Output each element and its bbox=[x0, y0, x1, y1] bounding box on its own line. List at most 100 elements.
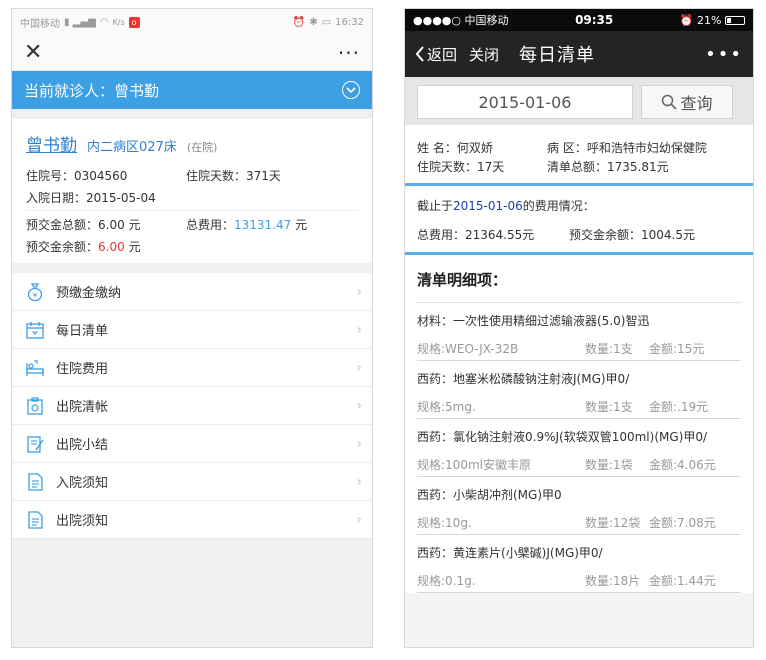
ward-bed: 内二病区027床 bbox=[87, 140, 177, 155]
chevron-right-icon: › bbox=[356, 435, 362, 452]
signal-icon: ▮ ▂▄▆ bbox=[64, 16, 96, 28]
menu-item-admission-notice[interactable]: 入院须知 › bbox=[12, 463, 372, 501]
menu-item-discharge-settlement[interactable]: 出院清帐 › bbox=[12, 387, 372, 425]
carrier-label: ●●●●○ 中国移动 bbox=[413, 14, 509, 27]
item-qty: 数量:1支 bbox=[585, 342, 633, 356]
clock: 09:35 bbox=[575, 13, 614, 27]
list-item: 西药：地塞米松磷酸钠注射液J(MG)甲0/ 规格:5mg. 数量:1支 金额:.19… bbox=[417, 361, 741, 419]
query-button[interactable]: 查询 bbox=[641, 85, 733, 119]
document-icon bbox=[24, 509, 46, 531]
item-name: 西药：地塞米松磷酸钠注射液J(MG)甲0/ bbox=[417, 371, 630, 386]
page-title: 每日清单 bbox=[519, 45, 596, 66]
svg-text:¥: ¥ bbox=[33, 291, 38, 299]
item-spec: 规格:5mg. bbox=[417, 400, 476, 414]
current-patient-label: 当前就诊人：曾书勤 bbox=[24, 81, 160, 100]
total-fee: 总费用：21364.55元 bbox=[417, 228, 535, 242]
menu-item-label: 出院小结 bbox=[56, 438, 109, 453]
hospital-bed-icon bbox=[24, 357, 46, 379]
chevron-right-icon: › bbox=[356, 359, 362, 376]
item-spec: 规格:0.1g. bbox=[417, 574, 476, 588]
calendar-icon bbox=[24, 319, 46, 341]
chevron-right-icon: › bbox=[356, 473, 362, 490]
prepaid-balance-value: 6.00 bbox=[98, 239, 125, 254]
item-amount: 金额:15元 bbox=[649, 342, 705, 356]
menu-item-hospital-fee[interactable]: 住院费用 › bbox=[12, 349, 372, 387]
more-icon[interactable]: ••• bbox=[705, 44, 743, 65]
item-qty: 数量:18片 bbox=[585, 574, 641, 588]
total-fee: 总费用：13131.47 元 bbox=[186, 217, 308, 232]
item-name: 材料：一次性使用精细过滤输液器(5.0)智迅 bbox=[417, 313, 650, 328]
status-badge: (在院) bbox=[186, 141, 218, 154]
close-button[interactable]: 关闭 bbox=[469, 44, 499, 65]
chevron-down-icon[interactable] bbox=[342, 81, 360, 99]
bill-total: 清单总额：1735.81元 bbox=[547, 160, 669, 174]
item-name: 西药：氯化钠注射液0.9%J(软袋双管100ml)(MG)甲0/ bbox=[417, 429, 708, 444]
item-amount: 金额:4.06元 bbox=[649, 458, 716, 472]
item-qty: 数量:12袋 bbox=[585, 516, 641, 530]
nav-bar: 返回 关闭 每日清单 ••• bbox=[405, 31, 753, 77]
patient-info: 姓 名：何双娇 病 区：呼和浩特市妇幼保健院 住院天数：17天 清单总额：173… bbox=[405, 125, 753, 183]
menu-item-discharge-notice[interactable]: 出院须知 › bbox=[12, 501, 372, 539]
network-speed: K/s bbox=[112, 17, 125, 27]
prepaid-balance: 预交金余额：6.00 元 bbox=[26, 239, 141, 254]
list-item: 西药：氯化钠注射液0.9%J(软袋双管100ml)(MG)甲0/ 规格:100m… bbox=[417, 419, 741, 477]
patient-card: 曾书勤 内二病区027床 (在院) 住院号：0304560 住院天数：371天 … bbox=[12, 119, 372, 263]
total-fee-value: 13131.47 bbox=[234, 217, 292, 232]
item-name: 西药：小柴胡冲剂(MG)甲0 bbox=[417, 487, 562, 502]
admit-date: 入院日期：2015-05-04 bbox=[26, 190, 156, 205]
chevron-right-icon: › bbox=[356, 511, 362, 528]
item-amount: 金额:7.08元 bbox=[649, 516, 716, 530]
item-amount: 金额:1.44元 bbox=[649, 574, 716, 588]
chevron-right-icon: › bbox=[356, 283, 362, 300]
menu-item-discharge-summary[interactable]: 出院小结 › bbox=[12, 425, 372, 463]
wifi-icon: ◠ bbox=[99, 16, 109, 28]
back-button[interactable]: 返回 bbox=[415, 44, 457, 65]
hospital-days: 住院天数：371天 bbox=[186, 168, 281, 183]
battery-icon bbox=[724, 16, 745, 25]
menu-item-label: 预缴金缴纳 bbox=[56, 286, 122, 301]
menu-item-label: 入院须知 bbox=[56, 476, 109, 491]
chevron-right-icon: › bbox=[356, 321, 362, 338]
function-menu: ¥ 预缴金缴纳 › 每日清单 › 住院费用 › 出院清帐 › 出院小结 › 入院… bbox=[12, 273, 372, 539]
search-icon bbox=[662, 94, 678, 110]
item-qty: 数量:1支 bbox=[585, 400, 633, 414]
fee-summary: 截止于2015-01-06的费用情况： 总费用：21364.55元 预交金余额：… bbox=[405, 186, 753, 252]
alarm-icon: ⏰ bbox=[679, 13, 694, 27]
prepaid-total: 预交金总额：6.00 元 bbox=[26, 217, 141, 232]
list-item: 材料：一次性使用精细过滤输液器(5.0)智迅 规格:WEO-JX-32B 数量:1… bbox=[417, 303, 741, 361]
current-patient-bar[interactable]: 当前就诊人：曾书勤 bbox=[12, 71, 372, 109]
list-item: 西药：小柴胡冲剂(MG)甲0 规格:10g. 数量:12袋 金额:7.08元 bbox=[417, 477, 741, 535]
left-phone-screen: 中国移动 ▮ ▂▄▆ ◠ K/s o ⏰ ✱ ▭ 16:32 ✕ ··· 当前就… bbox=[11, 8, 373, 648]
battery-status: ⏰ 21% bbox=[680, 14, 745, 27]
menu-item-label: 住院费用 bbox=[56, 362, 109, 377]
item-spec: 规格:10g. bbox=[417, 516, 472, 530]
right-phone-screen: ●●●●○ 中国移动 09:35 ⏰ 21% 返回 关闭 每日清单 ••• 查询… bbox=[404, 8, 754, 648]
item-spec: 规格:WEO-JX-32B bbox=[417, 342, 519, 356]
detail-title: 清单明细项： bbox=[417, 255, 741, 303]
patient-name-link[interactable]: 曾书勤 bbox=[26, 131, 77, 156]
menu-item-prepay[interactable]: ¥ 预缴金缴纳 › bbox=[12, 273, 372, 311]
date-input[interactable] bbox=[417, 85, 633, 119]
detail-list: 清单明细项： 材料：一次性使用精细过滤输液器(5.0)智迅 规格:WEO-JX-… bbox=[405, 255, 753, 593]
status-bar: 中国移动 ▮ ▂▄▆ ◠ K/s o ⏰ ✱ ▭ 16:32 bbox=[12, 9, 372, 35]
document-icon bbox=[24, 471, 46, 493]
notification-icon: o bbox=[128, 16, 140, 28]
status-bar: ●●●●○ 中国移动 09:35 ⏰ 21% bbox=[405, 9, 753, 31]
item-amount: 金额:.19元 bbox=[649, 400, 709, 414]
hospital-days: 住院天数：17天 bbox=[417, 160, 505, 174]
menu-item-daily-list[interactable]: 每日清单 › bbox=[12, 311, 372, 349]
ward: 病 区：呼和浩特市妇幼保健院 bbox=[547, 141, 707, 155]
ledger-icon bbox=[24, 395, 46, 417]
more-icon[interactable]: ··· bbox=[338, 43, 360, 63]
prepaid-balance: 预交金余额：1004.5元 bbox=[569, 228, 695, 242]
as-of-line: 截止于2015-01-06的费用情况： bbox=[417, 199, 595, 213]
item-name: 西药：黄连素片(小檗碱)J(MG)甲0/ bbox=[417, 545, 603, 560]
chevron-right-icon: › bbox=[356, 397, 362, 414]
close-icon[interactable]: ✕ bbox=[24, 41, 42, 64]
item-spec: 规格:100ml安徽丰原 bbox=[417, 458, 531, 472]
menu-item-label: 出院清帐 bbox=[56, 400, 109, 415]
patient-name: 姓 名：何双娇 bbox=[417, 141, 493, 155]
edit-document-icon bbox=[24, 433, 46, 455]
admission-number: 住院号：0304560 bbox=[26, 168, 128, 183]
as-of-date: 2015-01-06 bbox=[453, 199, 523, 213]
